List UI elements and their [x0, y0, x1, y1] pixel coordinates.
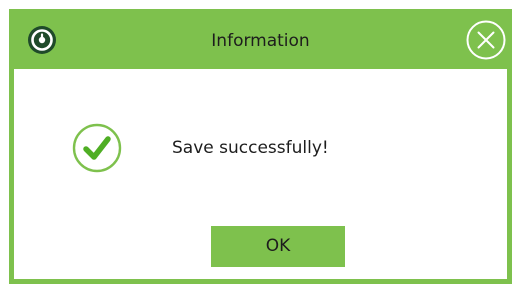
close-button[interactable] [465, 19, 507, 61]
close-icon[interactable] [465, 19, 507, 61]
checkmark-success-icon [72, 123, 122, 173]
ok-button[interactable]: OK [211, 226, 345, 267]
dialog-title: Information [211, 31, 310, 51]
title-bar: Information [14, 14, 507, 69]
information-dialog: Information Save successfully! OK [9, 9, 512, 284]
success-message: Save successfully! [172, 138, 329, 158]
